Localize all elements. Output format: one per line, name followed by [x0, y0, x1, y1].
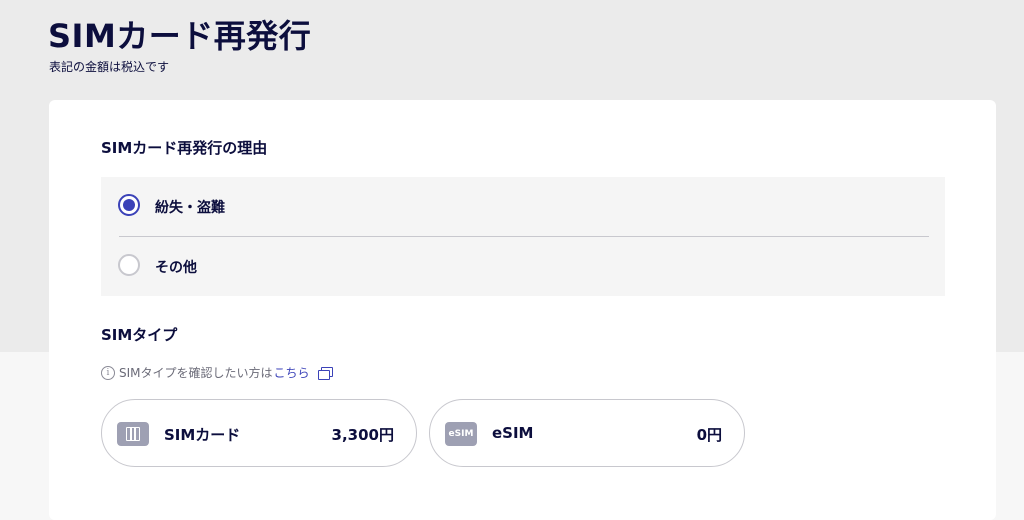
sim-option-price: 3,300円: [331, 426, 394, 444]
sim-type-section-title: SIMタイプ: [101, 326, 178, 344]
page-title: SIMカード再発行: [48, 17, 312, 55]
sim-option-name: eSIM: [492, 424, 534, 442]
esim-icon: eSIM: [445, 422, 477, 446]
reason-section-title: SIMカード再発行の理由: [101, 139, 268, 157]
sim-option-esim[interactable]: eSIM eSIM 0円: [429, 399, 745, 467]
radio-button-unselected[interactable]: [118, 254, 140, 276]
sim-type-help-link[interactable]: こちら: [274, 364, 310, 381]
reason-option-label: その他: [155, 260, 197, 276]
reason-option-other[interactable]: その他: [101, 237, 945, 296]
sim-option-physical[interactable]: SIMカード 3,300円: [101, 399, 417, 467]
form-card: SIMカード再発行の理由 紛失・盗難 その他 SIMタイプ i SIMタイプを確…: [49, 100, 996, 520]
sim-card-icon: [117, 422, 149, 446]
sim-option-price: 0円: [696, 426, 722, 444]
sim-option-name: SIMカード: [164, 426, 241, 444]
info-icon: i: [101, 365, 115, 380]
reason-option-lost-stolen[interactable]: 紛失・盗難: [101, 177, 945, 236]
external-window-icon[interactable]: [317, 366, 333, 380]
reason-radio-group: 紛失・盗難 その他: [101, 177, 945, 296]
reason-option-label: 紛失・盗難: [155, 200, 225, 216]
radio-button-selected[interactable]: [118, 194, 140, 216]
tax-note: 表記の金額は税込です: [49, 60, 170, 74]
sim-type-hint: i SIMタイプを確認したい方は こちら: [101, 364, 333, 381]
hint-text: SIMタイプを確認したい方は: [119, 366, 273, 380]
